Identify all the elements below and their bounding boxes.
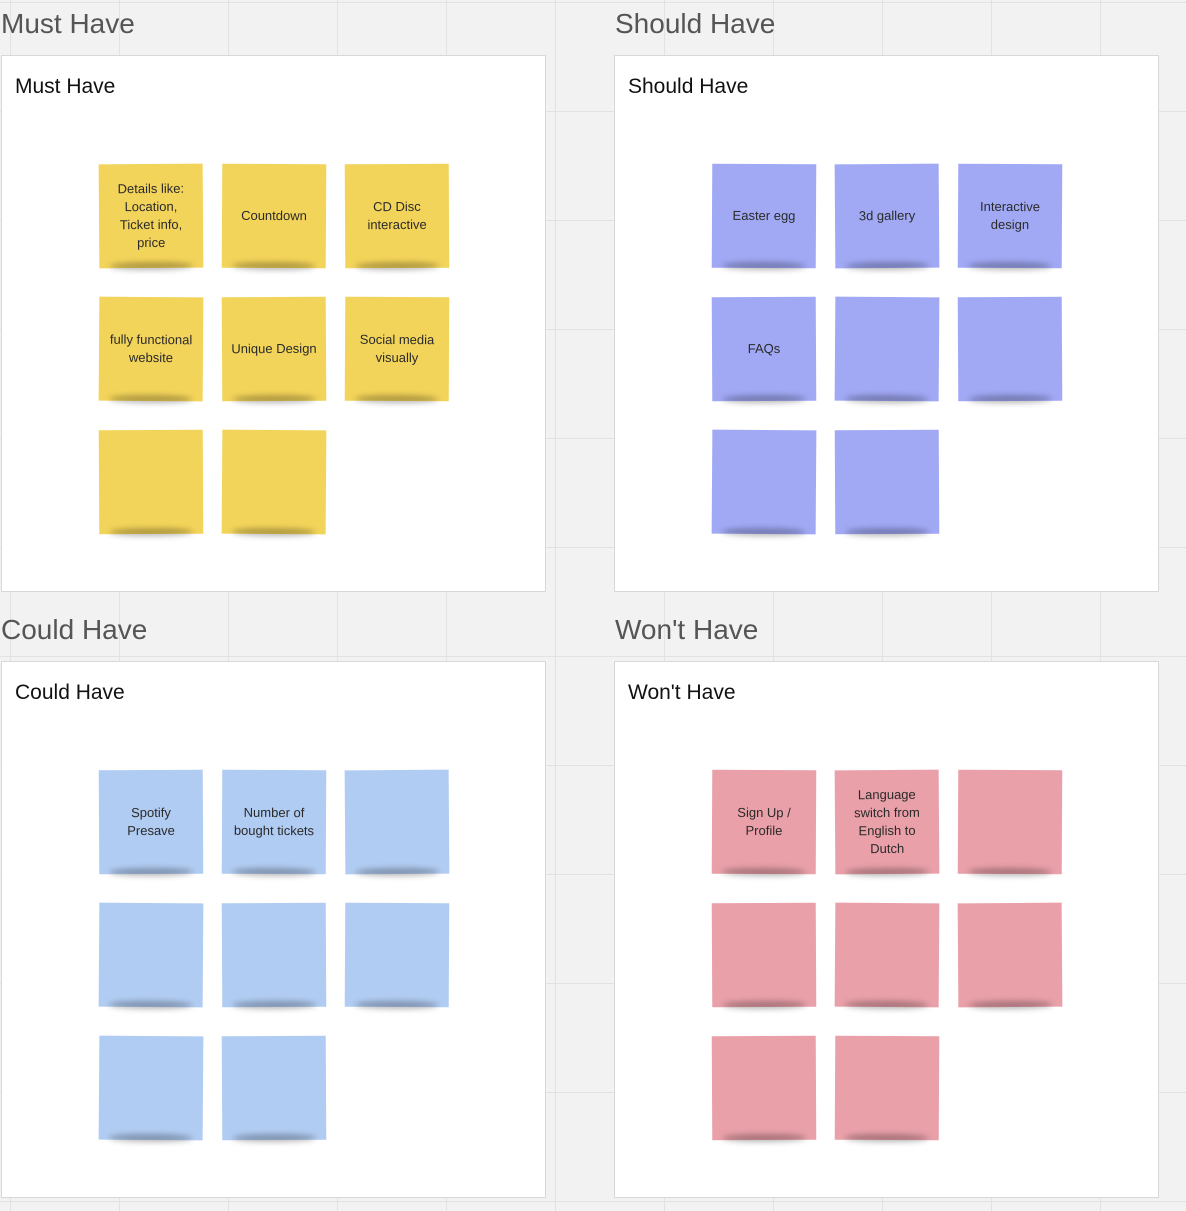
frame-label-must-have: Must Have — [1, 8, 135, 39]
frame-title-could-have: Could Have — [15, 681, 125, 704]
sticky-note[interactable]: FAQs — [711, 296, 817, 402]
frame-title-should-have: Should Have — [628, 75, 749, 98]
sticky-note[interactable]: CD Disc interactive — [344, 163, 450, 269]
notes-grid-must-have: Details like: Location, Ticket info, pri… — [98, 163, 450, 535]
sticky-note[interactable] — [221, 902, 327, 1008]
sticky-note-text: Number of bought tickets — [233, 804, 315, 839]
sticky-note[interactable] — [98, 429, 204, 535]
sticky-note[interactable] — [834, 902, 940, 1008]
sticky-note[interactable]: Spotify Presave — [98, 769, 204, 875]
sticky-note[interactable] — [98, 902, 204, 1008]
sticky-note-text: Easter egg — [732, 207, 796, 224]
frame-label-could-have: Could Have — [1, 614, 148, 645]
sticky-note[interactable]: Easter egg — [711, 163, 817, 269]
frame-must-have[interactable]: Must Have Details like: Location, Ticket… — [1, 55, 546, 592]
sticky-note[interactable]: 3d gallery — [834, 163, 940, 269]
sticky-note-text: Spotify Presave — [127, 804, 175, 839]
notes-grid-could-have: Spotify Presave Number of bought tickets — [98, 769, 450, 1141]
sticky-note[interactable]: Sign Up / Profile — [711, 769, 817, 875]
frame-label-should-have: Should Have — [615, 8, 776, 39]
sticky-note-text: Countdown — [241, 207, 307, 224]
sticky-note[interactable] — [957, 769, 1063, 875]
frame-could-have[interactable]: Could Have Spotify Presave Number of bou… — [1, 661, 546, 1198]
sticky-note[interactable] — [221, 1035, 327, 1141]
sticky-note-text: 3d gallery — [858, 207, 916, 224]
sticky-note[interactable] — [834, 429, 940, 535]
sticky-note[interactable]: Language switch from English to Dutch — [834, 769, 940, 875]
sticky-note-text: fully functional website — [109, 331, 193, 366]
sticky-note[interactable]: Details like: Location, Ticket info, pri… — [98, 163, 204, 269]
sticky-note[interactable] — [711, 1035, 817, 1141]
sticky-note[interactable] — [221, 429, 327, 535]
sticky-note[interactable]: Social media visually — [344, 296, 450, 402]
sticky-note[interactable] — [711, 429, 817, 535]
sticky-note[interactable]: Interactive design — [957, 163, 1063, 269]
sticky-note[interactable]: Countdown — [221, 163, 327, 269]
notes-grid-should-have: Easter egg 3d gallery Interactive design… — [711, 163, 1063, 535]
notes-grid-wont-have: Sign Up / Profile Language switch from E… — [711, 769, 1063, 1141]
frame-should-have[interactable]: Should Have Easter egg 3d gallery Intera… — [614, 55, 1159, 592]
sticky-note[interactable]: Number of bought tickets — [221, 769, 327, 875]
sticky-note[interactable] — [711, 902, 817, 1008]
sticky-note[interactable] — [344, 769, 450, 875]
sticky-note-text: Unique Design — [231, 340, 317, 357]
sticky-note-text: Interactive design — [980, 198, 1041, 233]
sticky-note[interactable] — [957, 296, 1063, 402]
sticky-note[interactable]: Unique Design — [221, 296, 327, 402]
sticky-note-text: FAQs — [747, 340, 781, 357]
sticky-note[interactable] — [98, 1035, 204, 1141]
sticky-note[interactable] — [834, 1035, 940, 1141]
frame-wont-have[interactable]: Won't Have Sign Up / Profile Language sw… — [614, 661, 1159, 1198]
sticky-note[interactable] — [834, 296, 940, 402]
sticky-note-text: CD Disc interactive — [367, 198, 427, 233]
sticky-note-text: Sign Up / Profile — [737, 804, 791, 839]
sticky-note-text: Social media visually — [359, 331, 435, 366]
sticky-note[interactable] — [957, 902, 1063, 1008]
sticky-note[interactable] — [344, 902, 450, 1008]
frame-title-must-have: Must Have — [15, 75, 116, 98]
frame-title-wont-have: Won't Have — [628, 681, 736, 704]
sticky-note-text: Details like: Location, Ticket info, pri… — [117, 180, 185, 251]
sticky-note[interactable]: fully functional website — [98, 296, 204, 402]
frame-label-wont-have: Won't Have — [615, 614, 759, 645]
sticky-note-text: Language switch from English to Dutch — [854, 786, 920, 857]
